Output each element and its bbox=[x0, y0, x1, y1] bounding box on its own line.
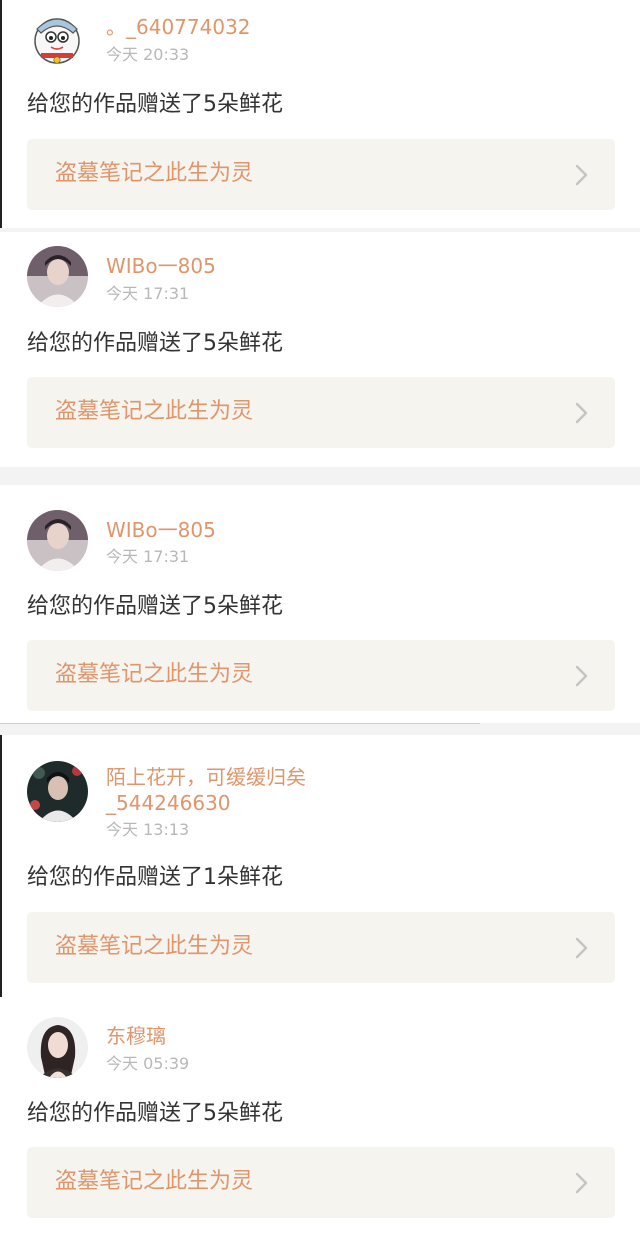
user-photo-avatar-icon[interactable] bbox=[27, 1017, 88, 1078]
gift-message: 给您的作品赠送了5朵鲜花 bbox=[27, 331, 283, 356]
chevron-right-icon bbox=[575, 937, 589, 959]
work-link-button[interactable]: 盗墓笔记之此生为灵 bbox=[27, 1147, 615, 1218]
card-divider bbox=[0, 723, 640, 735]
notification-card: 陌上花开，可缓缓归矣 _544246630 今天 13:13 给您的作品赠送了1… bbox=[0, 735, 640, 997]
work-link-button[interactable]: 盗墓笔记之此生为灵 bbox=[27, 912, 615, 983]
gift-timestamp: 今天 17:31 bbox=[106, 547, 190, 566]
sender-name-line-2[interactable]: _544246630 bbox=[106, 790, 231, 816]
work-link-button[interactable]: 盗墓笔记之此生为灵 bbox=[27, 640, 615, 711]
sender-name[interactable]: WIBo一805 bbox=[106, 517, 216, 543]
work-title: 盗墓笔记之此生为灵 bbox=[55, 934, 254, 959]
cartoon-cat-avatar-icon[interactable] bbox=[27, 7, 88, 68]
screenshot-seam bbox=[0, 735, 2, 997]
work-title: 盗墓笔记之此生为灵 bbox=[55, 161, 254, 186]
chevron-right-icon bbox=[575, 665, 589, 687]
sender-name[interactable]: 。_640774032 bbox=[106, 14, 251, 40]
screenshot-seam bbox=[0, 723, 480, 724]
sender-name-line-1[interactable]: 陌上花开，可缓缓归矣 bbox=[106, 764, 306, 790]
user-photo-avatar-icon[interactable] bbox=[27, 510, 88, 571]
gift-timestamp: 今天 13:13 bbox=[106, 820, 190, 839]
gift-timestamp: 今天 05:39 bbox=[106, 1054, 190, 1073]
chevron-right-icon bbox=[575, 1172, 589, 1194]
work-link-button[interactable]: 盗墓笔记之此生为灵 bbox=[27, 377, 615, 448]
gift-message: 给您的作品赠送了5朵鲜花 bbox=[27, 1101, 283, 1126]
chevron-right-icon bbox=[575, 164, 589, 186]
card-divider bbox=[0, 467, 640, 485]
flower-gift-notification-feed: 。_640774032 今天 20:33 给您的作品赠送了5朵鲜花 盗墓笔记之此… bbox=[0, 0, 640, 1237]
work-title: 盗墓笔记之此生为灵 bbox=[55, 399, 254, 424]
user-photo-avatar-icon[interactable] bbox=[27, 761, 88, 822]
sender-name[interactable]: 东穆璃 bbox=[106, 1023, 166, 1049]
gift-timestamp: 今天 20:33 bbox=[106, 45, 190, 64]
gift-message: 给您的作品赠送了1朵鲜花 bbox=[27, 865, 283, 890]
gift-message: 给您的作品赠送了5朵鲜花 bbox=[27, 92, 283, 117]
sender-name[interactable]: WIBo一805 bbox=[106, 253, 216, 279]
screenshot-seam bbox=[0, 0, 2, 228]
work-title: 盗墓笔记之此生为灵 bbox=[55, 1169, 254, 1194]
work-link-button[interactable]: 盗墓笔记之此生为灵 bbox=[27, 139, 615, 210]
notification-card: 东穆璃 今天 05:39 给您的作品赠送了5朵鲜花 盗墓笔记之此生为灵 bbox=[0, 997, 640, 1237]
notification-card: 。_640774032 今天 20:33 给您的作品赠送了5朵鲜花 盗墓笔记之此… bbox=[0, 0, 640, 228]
gift-timestamp: 今天 17:31 bbox=[106, 284, 190, 303]
notification-card: WIBo一805 今天 17:31 给您的作品赠送了5朵鲜花 盗墓笔记之此生为灵 bbox=[0, 485, 640, 723]
gift-message: 给您的作品赠送了5朵鲜花 bbox=[27, 594, 283, 619]
user-photo-avatar-icon[interactable] bbox=[27, 246, 88, 307]
work-title: 盗墓笔记之此生为灵 bbox=[55, 662, 254, 687]
notification-card: WIBo一805 今天 17:31 给您的作品赠送了5朵鲜花 盗墓笔记之此生为灵 bbox=[0, 232, 640, 467]
chevron-right-icon bbox=[575, 402, 589, 424]
